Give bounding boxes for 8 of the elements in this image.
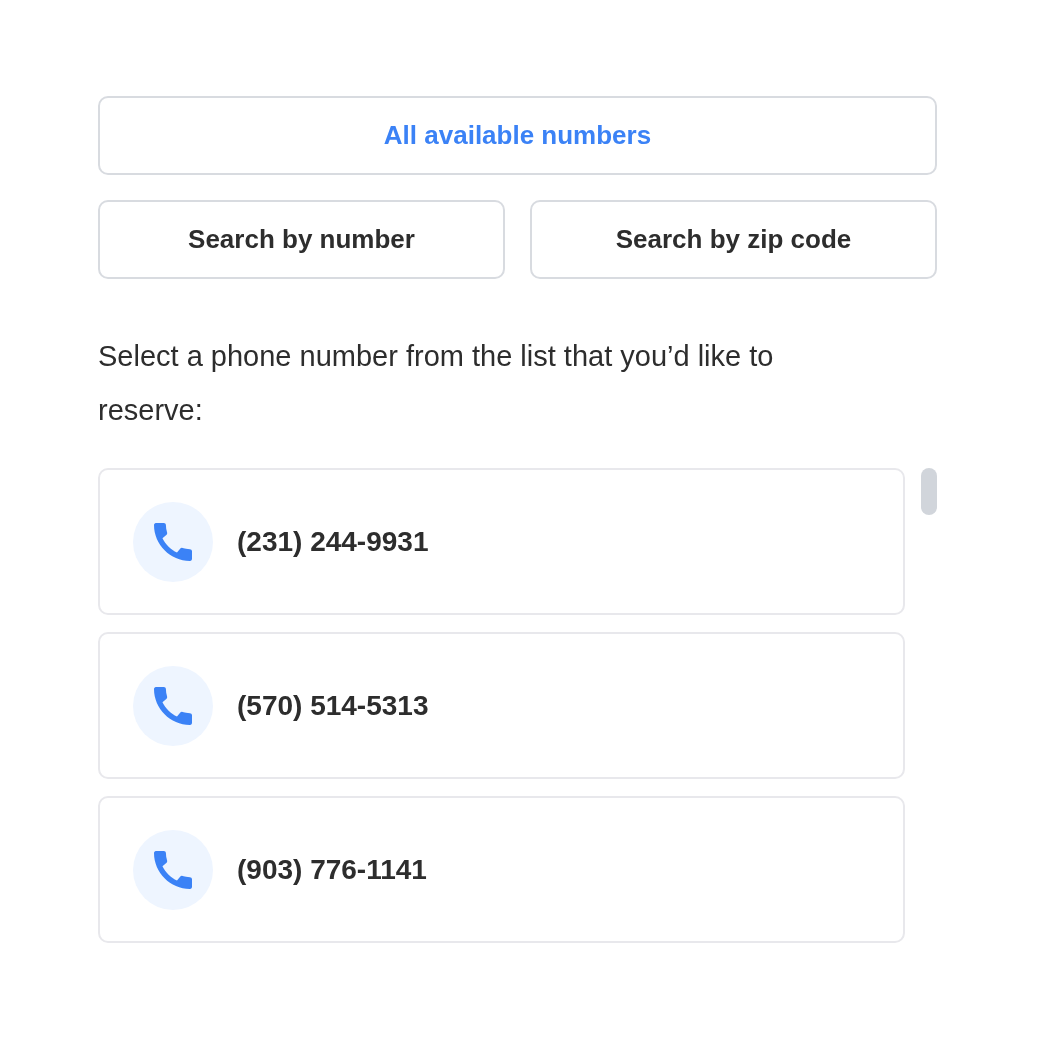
tab-button[interactable]: Search by zip code	[530, 200, 937, 279]
phone-number-option[interactable]: (231) 244-9931	[98, 468, 905, 615]
scrollbar-thumb[interactable]	[921, 468, 937, 515]
tab-button[interactable]: Search by number	[98, 200, 505, 279]
phone-number-option[interactable]: (903) 776-1141	[98, 796, 905, 943]
instructions-text: Select a phone number from the list that you’d like to reserve:	[98, 339, 775, 428]
tab-button[interactable]: All available numbers	[98, 96, 937, 175]
phone-number-option[interactable]: (570) 514-5313	[98, 632, 905, 779]
